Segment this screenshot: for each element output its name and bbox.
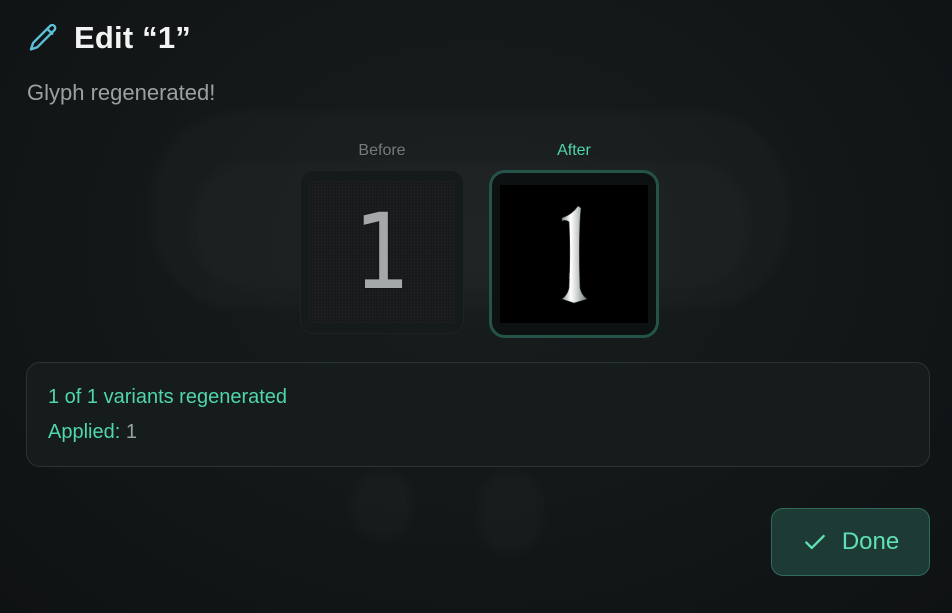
result-panel: 1 of 1 variants regenerated Applied: 1 [26,362,930,467]
dialog-title: Edit “1” [74,20,192,55]
regeneration-summary: 1 of 1 variants regenerated [48,386,288,408]
after-glyph-canvas: 1 [500,185,648,323]
before-glyph: 1 [353,191,411,313]
before-glyph-canvas: 1 [309,181,455,323]
before-column: Before 1 [300,140,464,334]
after-preview[interactable]: 1 [489,170,659,338]
before-label: Before [358,142,406,159]
before-preview: 1 [300,170,464,334]
done-button-label: Done [841,528,900,555]
status-message: Glyph regenerated! [27,80,216,105]
dialog-header: Edit “1” [26,20,191,56]
pencil-icon [29,23,57,51]
done-button[interactable]: Done [771,508,930,576]
after-column: After 1 [489,140,659,338]
applied-label: Applied: [48,421,121,443]
glyph-comparison: Before 1 After 1 [0,140,952,340]
after-glyph: 1 [561,205,588,304]
applied-value: 1 [125,421,137,443]
after-label: After [557,142,591,159]
regenerate-dialog: Edit “1” Glyph regenerated! Before 1 Aft… [0,0,952,613]
applied-count: Applied: 1 [48,421,137,444]
background-shape [478,470,544,554]
check-icon [804,534,825,550]
background-shape [350,470,414,540]
